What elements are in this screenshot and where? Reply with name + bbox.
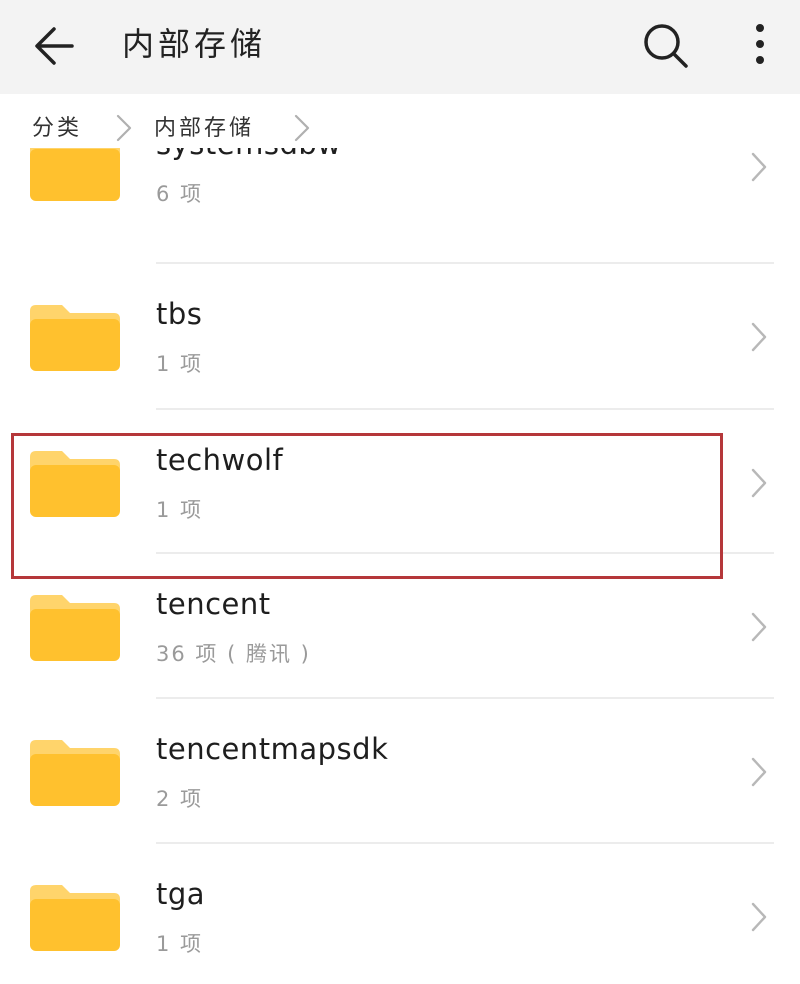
folder-item-count: 2 项	[156, 787, 204, 811]
list-item-folder[interactable]: tencentmapsdk 2 项	[0, 699, 800, 844]
chevron-right-icon	[751, 152, 767, 182]
folder-icon	[30, 885, 120, 951]
breadcrumb-overlay: 分类 内部存储	[0, 94, 800, 148]
folder-name: tga	[156, 877, 206, 911]
folder-list: systemsdbw 6 项 tbs 1 项 techwolf 1 项	[0, 120, 800, 984]
chevron-right-icon	[751, 902, 767, 932]
search-icon	[644, 24, 688, 68]
folder-name: tencent	[156, 587, 271, 621]
folder-icon	[30, 451, 120, 517]
folder-icon	[30, 305, 120, 371]
search-button[interactable]	[636, 16, 696, 76]
folder-item-count: 1 项	[156, 498, 204, 522]
back-button[interactable]	[28, 18, 84, 74]
page-title: 内部存储	[122, 25, 267, 63]
more-vertical-icon	[756, 24, 764, 64]
breadcrumb-item-internal-storage[interactable]: 内部存储	[154, 114, 254, 144]
folder-item-count: 1 项	[156, 932, 204, 956]
list-item-folder[interactable]: tga 1 项	[0, 844, 800, 984]
folder-item-count: 36 项 ( 腾讯 )	[156, 642, 311, 666]
chevron-right-icon	[751, 468, 767, 498]
list-item-folder[interactable]: techwolf 1 项	[0, 410, 800, 555]
folder-item-count: 1 项	[156, 352, 204, 376]
folder-name: tbs	[156, 297, 203, 331]
folder-icon	[30, 595, 120, 661]
more-options-button[interactable]	[738, 16, 782, 76]
chevron-right-icon	[294, 114, 310, 142]
chevron-right-icon	[751, 757, 767, 787]
list-item-folder-highlighted[interactable]: tencent 36 项 ( 腾讯 )	[0, 554, 800, 699]
chevron-right-icon	[751, 612, 767, 642]
folder-name: techwolf	[156, 443, 284, 477]
chevron-right-icon	[751, 322, 767, 352]
chevron-right-icon	[116, 114, 132, 142]
folder-name: tencentmapsdk	[156, 732, 389, 766]
breadcrumb-item-category[interactable]: 分类	[32, 114, 82, 144]
list-item-folder[interactable]: tbs 1 项	[0, 264, 800, 409]
app-bar: 内部存储	[0, 0, 800, 94]
folder-item-count: 6 项	[156, 182, 204, 206]
arrow-left-icon	[35, 27, 74, 65]
folder-icon	[30, 740, 120, 806]
